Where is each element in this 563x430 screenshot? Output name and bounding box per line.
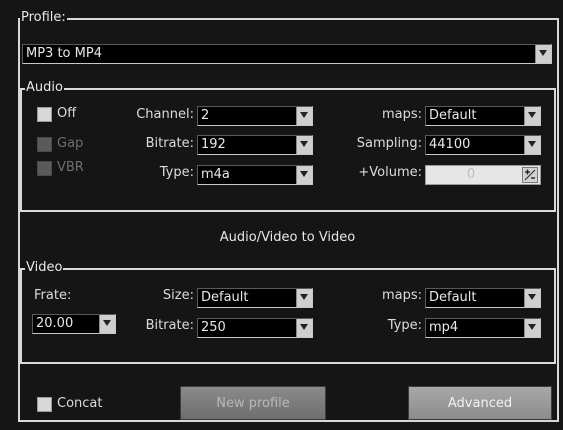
video-bitrate-label: Bitrate: bbox=[145, 318, 194, 333]
volume-label: +Volume: bbox=[358, 165, 422, 180]
audio-maps-select[interactable]: Default bbox=[425, 106, 541, 126]
concat-checkbox[interactable] bbox=[37, 397, 52, 412]
new-profile-button[interactable]: New profile bbox=[180, 386, 326, 420]
sampling-select-value: 44100 bbox=[429, 137, 471, 152]
new-profile-label: New profile bbox=[216, 395, 290, 411]
sampling-label: Sampling: bbox=[356, 136, 422, 151]
chevron-down-icon[interactable] bbox=[524, 289, 540, 307]
frate-select[interactable]: 20.00 bbox=[32, 314, 116, 334]
audio-bitrate-select[interactable]: 192 bbox=[197, 135, 313, 155]
audio-bitrate-value: 192 bbox=[201, 137, 226, 152]
audio-off-label: Off bbox=[57, 106, 77, 121]
frate-select-value: 20.00 bbox=[36, 316, 74, 331]
audio-type-value: m4a bbox=[201, 167, 230, 182]
video-maps-value: Default bbox=[429, 290, 477, 305]
chevron-down-icon[interactable] bbox=[296, 319, 312, 337]
channel-select-value: 2 bbox=[201, 108, 210, 123]
chevron-down-icon[interactable] bbox=[535, 45, 551, 63]
audio-vbr-checkbox bbox=[37, 161, 52, 176]
chevron-down-icon[interactable] bbox=[524, 319, 540, 337]
video-maps-select[interactable]: Default bbox=[425, 288, 541, 308]
audio-bitrate-label: Bitrate: bbox=[145, 136, 194, 151]
frate-label: Frate: bbox=[34, 288, 72, 303]
audio-type-select[interactable]: m4a bbox=[197, 165, 313, 185]
audio-type-label: Type: bbox=[159, 165, 194, 180]
chevron-down-icon[interactable] bbox=[296, 166, 312, 184]
channel-label: Channel: bbox=[136, 107, 194, 122]
chevron-down-icon[interactable] bbox=[296, 107, 312, 125]
video-bitrate-value: 250 bbox=[201, 320, 226, 335]
chevron-down-icon[interactable] bbox=[296, 289, 312, 307]
advanced-button[interactable]: Advanced bbox=[408, 386, 552, 420]
audio-gap-label: Gap bbox=[57, 136, 84, 151]
chevron-down-icon[interactable] bbox=[296, 136, 312, 154]
profile-select[interactable]: MP3 to MP4 bbox=[22, 44, 552, 64]
advanced-label: Advanced bbox=[447, 395, 513, 411]
audio-maps-value: Default bbox=[429, 108, 477, 123]
audio-off-checkbox[interactable] bbox=[37, 107, 52, 122]
channel-select[interactable]: 2 bbox=[197, 106, 313, 126]
video-type-label: Type: bbox=[387, 318, 422, 333]
concat-label: Concat bbox=[57, 396, 103, 411]
sampling-select[interactable]: 44100 bbox=[425, 135, 541, 155]
volume-field[interactable]: 0 bbox=[425, 165, 541, 185]
chevron-down-icon[interactable] bbox=[524, 107, 540, 125]
volume-value: 0 bbox=[466, 167, 476, 182]
profile-select-value: MP3 to MP4 bbox=[26, 46, 102, 61]
audio-vbr-label: VBR bbox=[57, 160, 84, 175]
video-legend: Video bbox=[25, 260, 64, 275]
section-title: Audio/Video to Video bbox=[219, 230, 356, 245]
audio-maps-label: maps: bbox=[381, 107, 422, 122]
audio-gap-checkbox bbox=[37, 137, 52, 152]
video-bitrate-select[interactable]: 250 bbox=[197, 318, 313, 338]
size-select[interactable]: Default bbox=[197, 288, 313, 308]
size-label: Size: bbox=[162, 288, 194, 303]
video-type-select[interactable]: mp4 bbox=[425, 318, 541, 338]
video-maps-label: maps: bbox=[381, 288, 422, 303]
size-select-value: Default bbox=[201, 290, 249, 305]
chevron-down-icon[interactable] bbox=[524, 136, 540, 154]
plus-minus-icon[interactable] bbox=[522, 167, 538, 183]
profile-legend: Profile: bbox=[20, 10, 67, 25]
video-type-value: mp4 bbox=[429, 320, 459, 335]
audio-legend: Audio bbox=[25, 80, 64, 95]
